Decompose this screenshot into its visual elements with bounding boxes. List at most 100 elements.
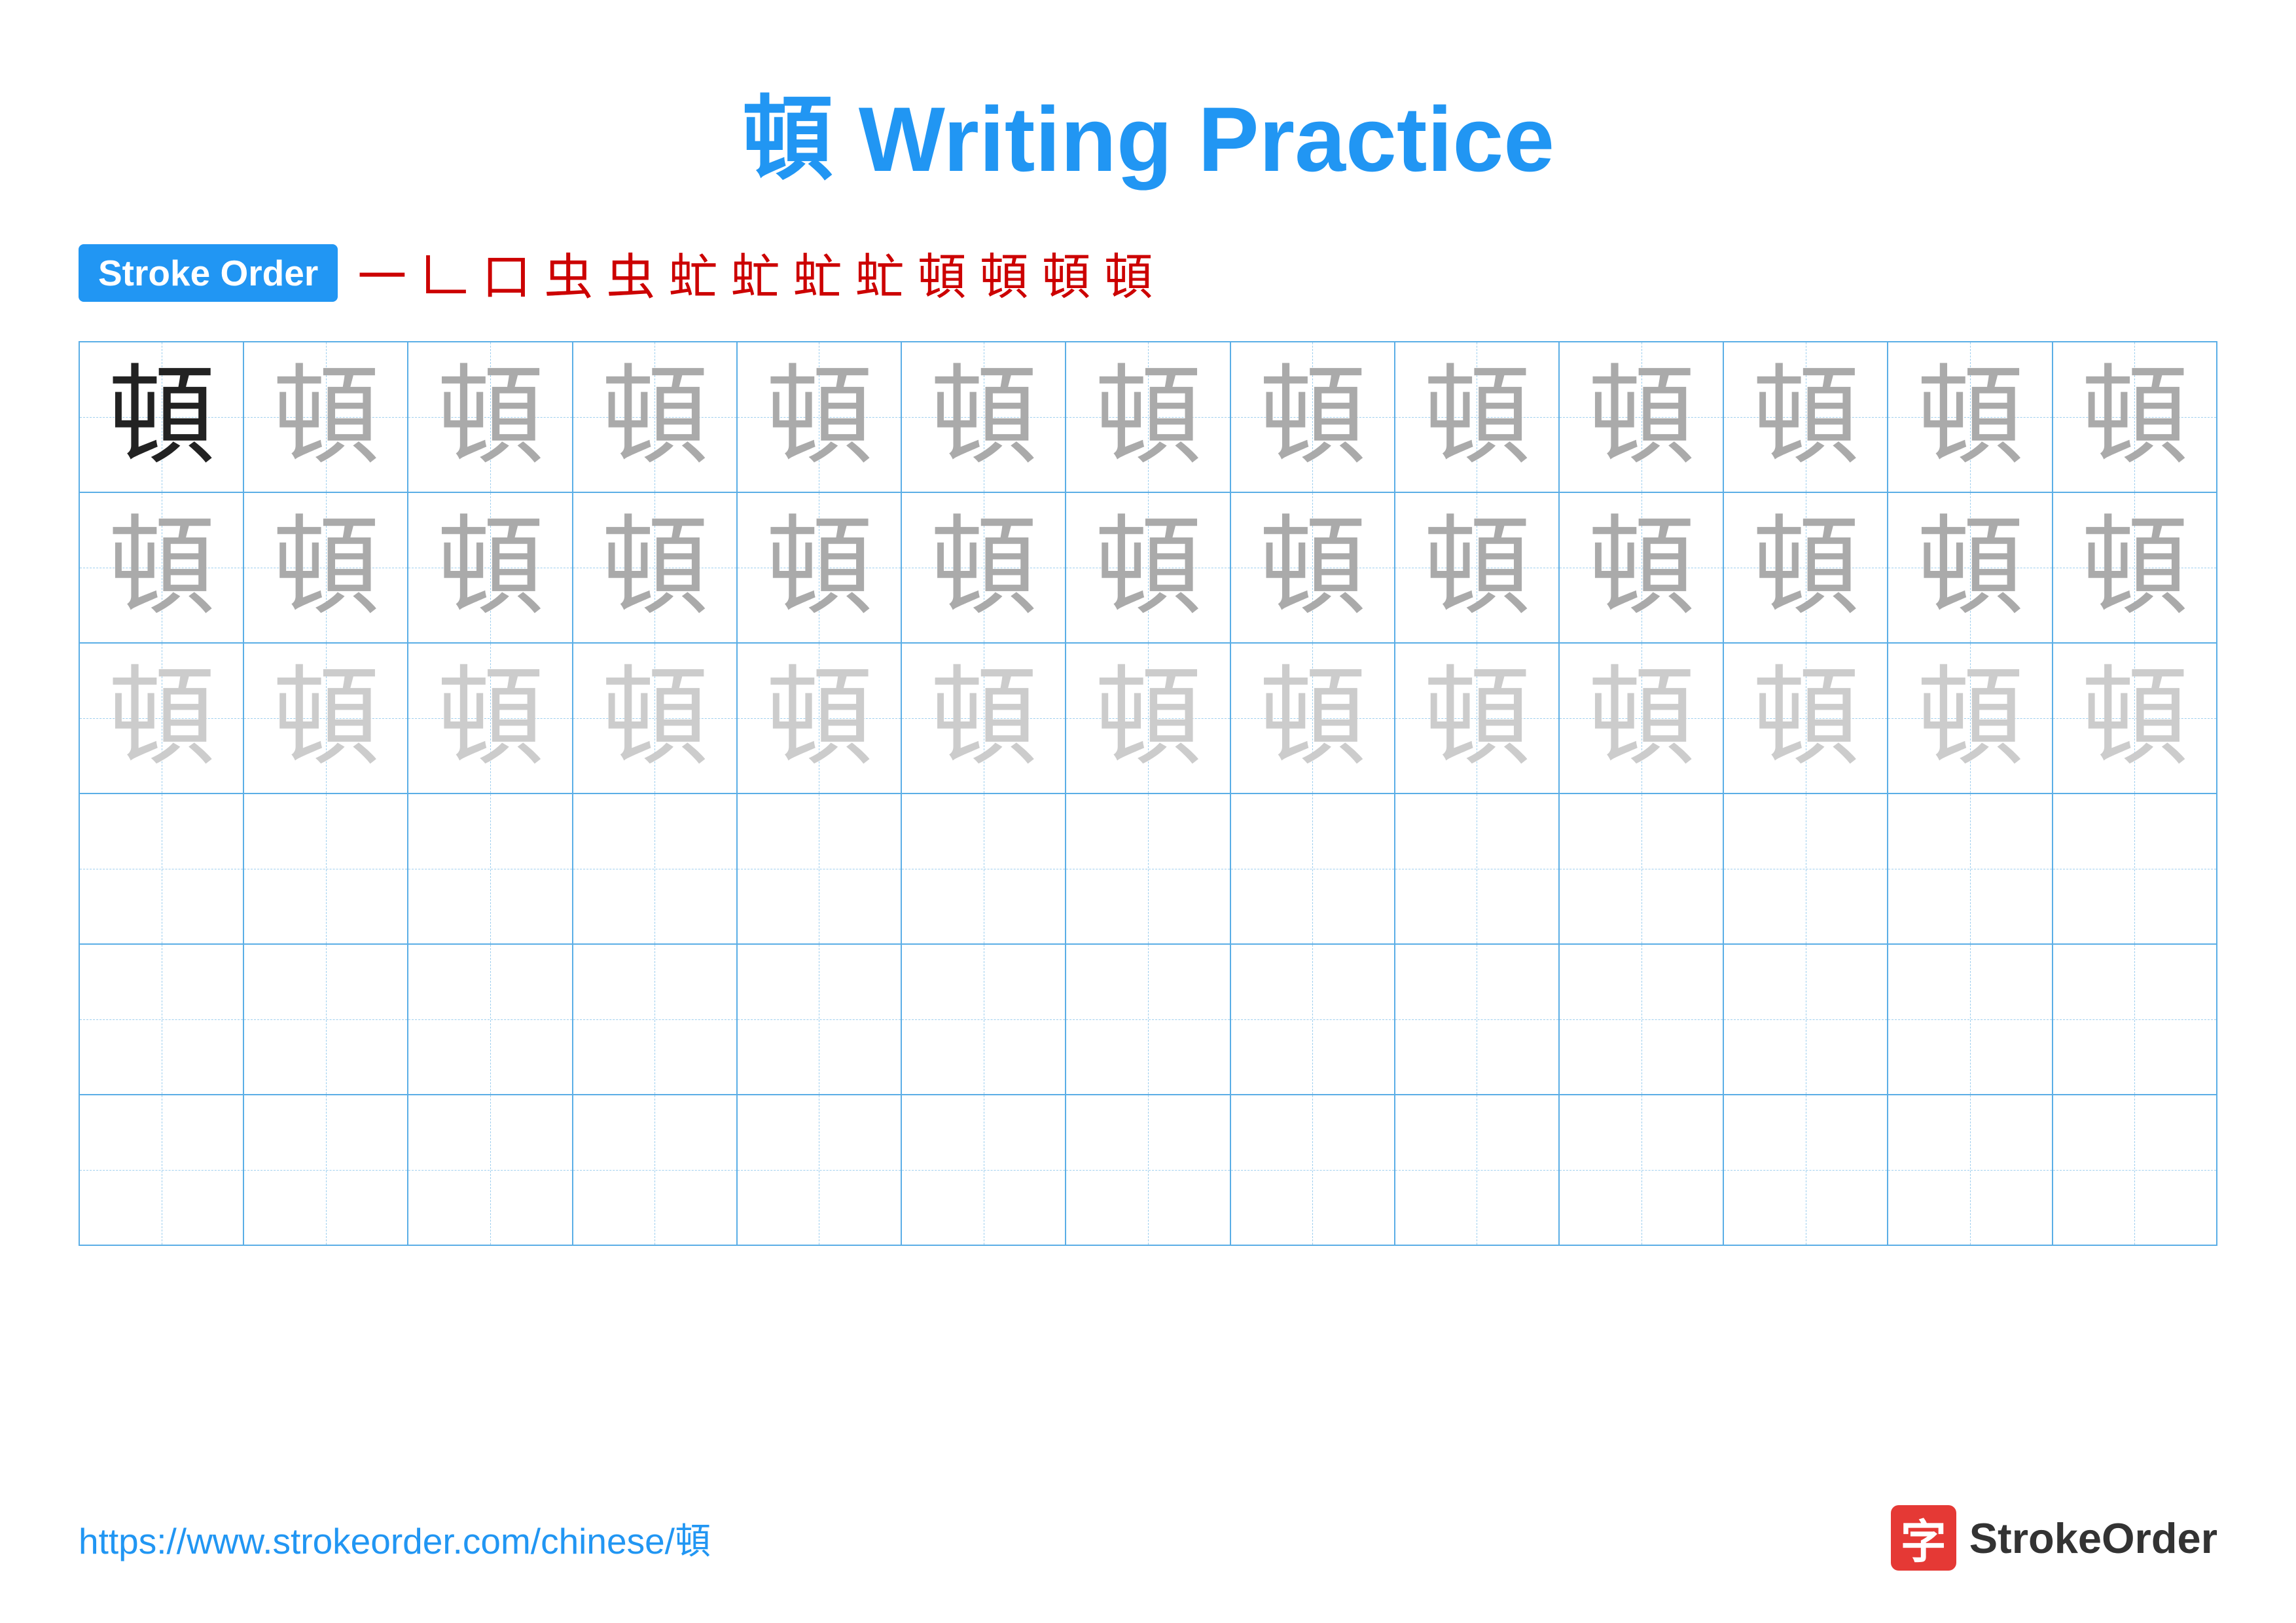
cell-1-1[interactable]: 頓 bbox=[79, 342, 243, 492]
char-guide: 頓 bbox=[1094, 659, 1202, 778]
cell-6-6[interactable] bbox=[901, 1095, 1066, 1245]
cell-5-7[interactable] bbox=[1066, 944, 1230, 1095]
cell-1-13[interactable]: 頓 bbox=[2053, 342, 2217, 492]
char-guide: 頓 bbox=[1751, 508, 1859, 628]
char-guide: 頓 bbox=[1423, 659, 1531, 778]
cell-3-9[interactable]: 頓 bbox=[1395, 643, 1559, 793]
char-guide: 頓 bbox=[601, 357, 709, 477]
cell-1-11[interactable]: 頓 bbox=[1723, 342, 1888, 492]
cell-3-13[interactable]: 頓 bbox=[2053, 643, 2217, 793]
cell-5-1[interactable] bbox=[79, 944, 243, 1095]
cell-5-12[interactable] bbox=[1888, 944, 2052, 1095]
cell-1-10[interactable]: 頓 bbox=[1559, 342, 1723, 492]
cell-1-5[interactable]: 頓 bbox=[737, 342, 901, 492]
cell-6-9[interactable] bbox=[1395, 1095, 1559, 1245]
cell-3-7[interactable]: 頓 bbox=[1066, 643, 1230, 793]
cell-5-8[interactable] bbox=[1230, 944, 1395, 1095]
cell-4-10[interactable] bbox=[1559, 793, 1723, 944]
cell-2-11[interactable]: 頓 bbox=[1723, 492, 1888, 643]
cell-1-7[interactable]: 頓 bbox=[1066, 342, 1230, 492]
cell-3-12[interactable]: 頓 bbox=[1888, 643, 2052, 793]
cell-6-11[interactable] bbox=[1723, 1095, 1888, 1245]
stroke-step-10: 頓 bbox=[917, 237, 966, 308]
cell-4-2[interactable] bbox=[243, 793, 408, 944]
cell-6-8[interactable] bbox=[1230, 1095, 1395, 1245]
char-guide: 頓 bbox=[1094, 508, 1202, 628]
cell-5-10[interactable] bbox=[1559, 944, 1723, 1095]
practice-row-4 bbox=[79, 793, 2217, 944]
cell-6-12[interactable] bbox=[1888, 1095, 2052, 1245]
char-guide: 頓 bbox=[2081, 508, 2189, 628]
cell-4-13[interactable] bbox=[2053, 793, 2217, 944]
footer: https://www.strokeorder.com/chinese/頓 字 … bbox=[79, 1505, 2217, 1571]
cell-6-1[interactable] bbox=[79, 1095, 243, 1245]
cell-1-2[interactable]: 頓 bbox=[243, 342, 408, 492]
char-guide: 頓 bbox=[929, 659, 1037, 778]
cell-5-3[interactable] bbox=[408, 944, 572, 1095]
cell-1-9[interactable]: 頓 bbox=[1395, 342, 1559, 492]
cell-2-13[interactable]: 頓 bbox=[2053, 492, 2217, 643]
cell-5-2[interactable] bbox=[243, 944, 408, 1095]
cell-6-7[interactable] bbox=[1066, 1095, 1230, 1245]
cell-2-12[interactable]: 頓 bbox=[1888, 492, 2052, 643]
cell-2-8[interactable]: 頓 bbox=[1230, 492, 1395, 643]
stroke-order-badge: Stroke Order bbox=[79, 244, 338, 302]
cell-4-4[interactable] bbox=[573, 793, 737, 944]
stroke-step-3: 口 bbox=[482, 237, 531, 308]
cell-6-3[interactable] bbox=[408, 1095, 572, 1245]
cell-3-5[interactable]: 頓 bbox=[737, 643, 901, 793]
cell-3-2[interactable]: 頓 bbox=[243, 643, 408, 793]
cell-3-3[interactable]: 頓 bbox=[408, 643, 572, 793]
cell-6-4[interactable] bbox=[573, 1095, 737, 1245]
cell-4-5[interactable] bbox=[737, 793, 901, 944]
cell-5-9[interactable] bbox=[1395, 944, 1559, 1095]
cell-1-4[interactable]: 頓 bbox=[573, 342, 737, 492]
cell-1-8[interactable]: 頓 bbox=[1230, 342, 1395, 492]
cell-3-11[interactable]: 頓 bbox=[1723, 643, 1888, 793]
cell-3-8[interactable]: 頓 bbox=[1230, 643, 1395, 793]
cell-4-12[interactable] bbox=[1888, 793, 2052, 944]
cell-2-3[interactable]: 頓 bbox=[408, 492, 572, 643]
cell-6-5[interactable] bbox=[737, 1095, 901, 1245]
practice-row-3: 頓 頓 頓 頓 頓 頓 頓 頓 頓 頓 頓 頓 頓 bbox=[79, 643, 2217, 793]
cell-5-4[interactable] bbox=[573, 944, 737, 1095]
cell-5-5[interactable] bbox=[737, 944, 901, 1095]
char-guide: 頓 bbox=[1259, 508, 1367, 628]
cell-4-11[interactable] bbox=[1723, 793, 1888, 944]
cell-1-3[interactable]: 頓 bbox=[408, 342, 572, 492]
char-guide: 頓 bbox=[1751, 357, 1859, 477]
cell-4-6[interactable] bbox=[901, 793, 1066, 944]
cell-5-11[interactable] bbox=[1723, 944, 1888, 1095]
cell-6-13[interactable] bbox=[2053, 1095, 2217, 1245]
cell-1-6[interactable]: 頓 bbox=[901, 342, 1066, 492]
cell-4-7[interactable] bbox=[1066, 793, 1230, 944]
cell-2-4[interactable]: 頓 bbox=[573, 492, 737, 643]
char-guide: 頓 bbox=[1916, 357, 2024, 477]
cell-6-2[interactable] bbox=[243, 1095, 408, 1245]
cell-2-10[interactable]: 頓 bbox=[1559, 492, 1723, 643]
cell-2-6[interactable]: 頓 bbox=[901, 492, 1066, 643]
cell-3-4[interactable]: 頓 bbox=[573, 643, 737, 793]
stroke-order-row: Stroke Order 一 𠃊 口 虫 虫 虻 虻 虻 虻 頓 頓 頓 頓 bbox=[79, 237, 2217, 308]
cell-2-7[interactable]: 頓 bbox=[1066, 492, 1230, 643]
cell-4-1[interactable] bbox=[79, 793, 243, 944]
cell-2-1[interactable]: 頓 bbox=[79, 492, 243, 643]
cell-6-10[interactable] bbox=[1559, 1095, 1723, 1245]
cell-4-8[interactable] bbox=[1230, 793, 1395, 944]
practice-row-5 bbox=[79, 944, 2217, 1095]
cell-4-3[interactable] bbox=[408, 793, 572, 944]
cell-2-9[interactable]: 頓 bbox=[1395, 492, 1559, 643]
cell-2-5[interactable]: 頓 bbox=[737, 492, 901, 643]
practice-row-6 bbox=[79, 1095, 2217, 1245]
char-guide: 頓 bbox=[272, 357, 380, 477]
char-guide: 頓 bbox=[1587, 659, 1695, 778]
cell-5-6[interactable] bbox=[901, 944, 1066, 1095]
cell-5-13[interactable] bbox=[2053, 944, 2217, 1095]
cell-3-10[interactable]: 頓 bbox=[1559, 643, 1723, 793]
cell-3-1[interactable]: 頓 bbox=[79, 643, 243, 793]
cell-3-6[interactable]: 頓 bbox=[901, 643, 1066, 793]
cell-1-12[interactable]: 頓 bbox=[1888, 342, 2052, 492]
cell-4-9[interactable] bbox=[1395, 793, 1559, 944]
footer-url[interactable]: https://www.strokeorder.com/chinese/頓 bbox=[79, 1512, 711, 1564]
cell-2-2[interactable]: 頓 bbox=[243, 492, 408, 643]
